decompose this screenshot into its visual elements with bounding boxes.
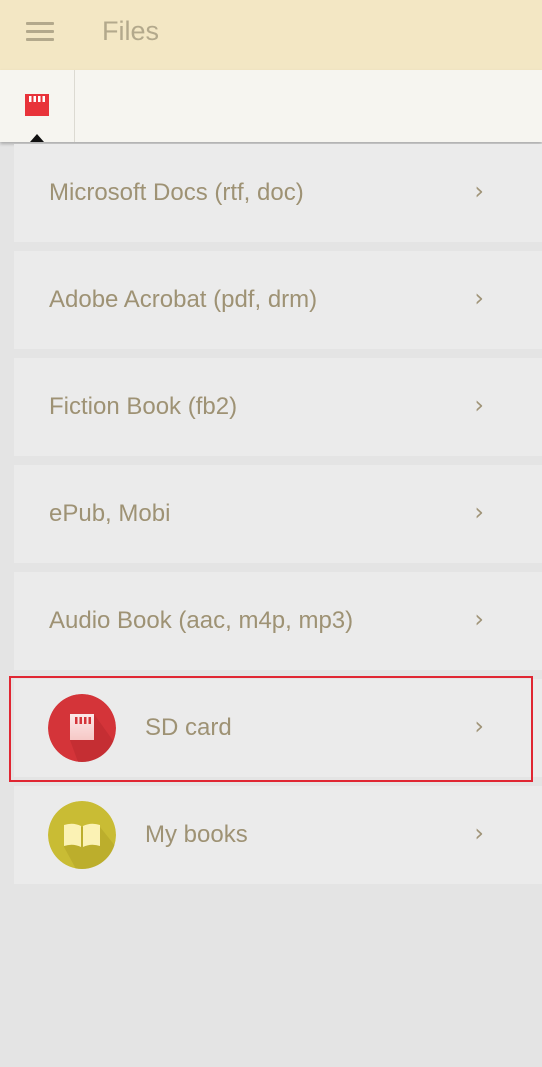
page-title: Files xyxy=(102,16,160,46)
hamburger-menu-icon[interactable] xyxy=(26,22,54,42)
chevron-right-icon: › xyxy=(474,819,484,847)
list-item-label: ePub, Mobi xyxy=(49,500,171,527)
open-book-icon xyxy=(48,801,116,869)
chevron-right-icon: › xyxy=(474,498,484,526)
tab-sd-card[interactable] xyxy=(0,70,75,142)
app-bar: Files xyxy=(0,0,542,70)
list-item-label: Adobe Acrobat (pdf, drm) xyxy=(49,286,318,313)
chevron-right-icon: › xyxy=(474,177,484,205)
tab-bar xyxy=(0,70,542,142)
list-item-label: Audio Book (aac, m4p, mp3) xyxy=(49,607,354,634)
list-item-audio-book[interactable]: Audio Book (aac, m4p, mp3) › xyxy=(14,572,542,670)
list-item-label: Fiction Book (fb2) xyxy=(49,393,238,420)
list-item-fiction-book[interactable]: Fiction Book (fb2) › xyxy=(14,358,542,456)
chevron-right-icon: › xyxy=(474,605,484,633)
sd-card-icon xyxy=(25,94,49,116)
list-item-epub-mobi[interactable]: ePub, Mobi › xyxy=(14,465,542,563)
active-tab-indicator xyxy=(30,134,44,142)
chevron-right-icon: › xyxy=(474,712,484,740)
list-item-my-books[interactable]: My books › xyxy=(14,786,542,884)
list-item-label: Microsoft Docs (rtf, doc) xyxy=(49,179,304,206)
list-item-sd-card[interactable]: SD card › xyxy=(14,679,542,777)
file-source-list: Microsoft Docs (rtf, doc) › Adobe Acroba… xyxy=(14,144,542,893)
chevron-right-icon: › xyxy=(474,284,484,312)
list-item-microsoft-docs[interactable]: Microsoft Docs (rtf, doc) › xyxy=(14,144,542,242)
list-item-adobe-acrobat[interactable]: Adobe Acrobat (pdf, drm) › xyxy=(14,251,542,349)
chevron-right-icon: › xyxy=(474,391,484,419)
list-item-label: SD card xyxy=(145,714,232,741)
list-item-label: My books xyxy=(145,821,248,848)
sd-card-icon xyxy=(48,694,116,762)
